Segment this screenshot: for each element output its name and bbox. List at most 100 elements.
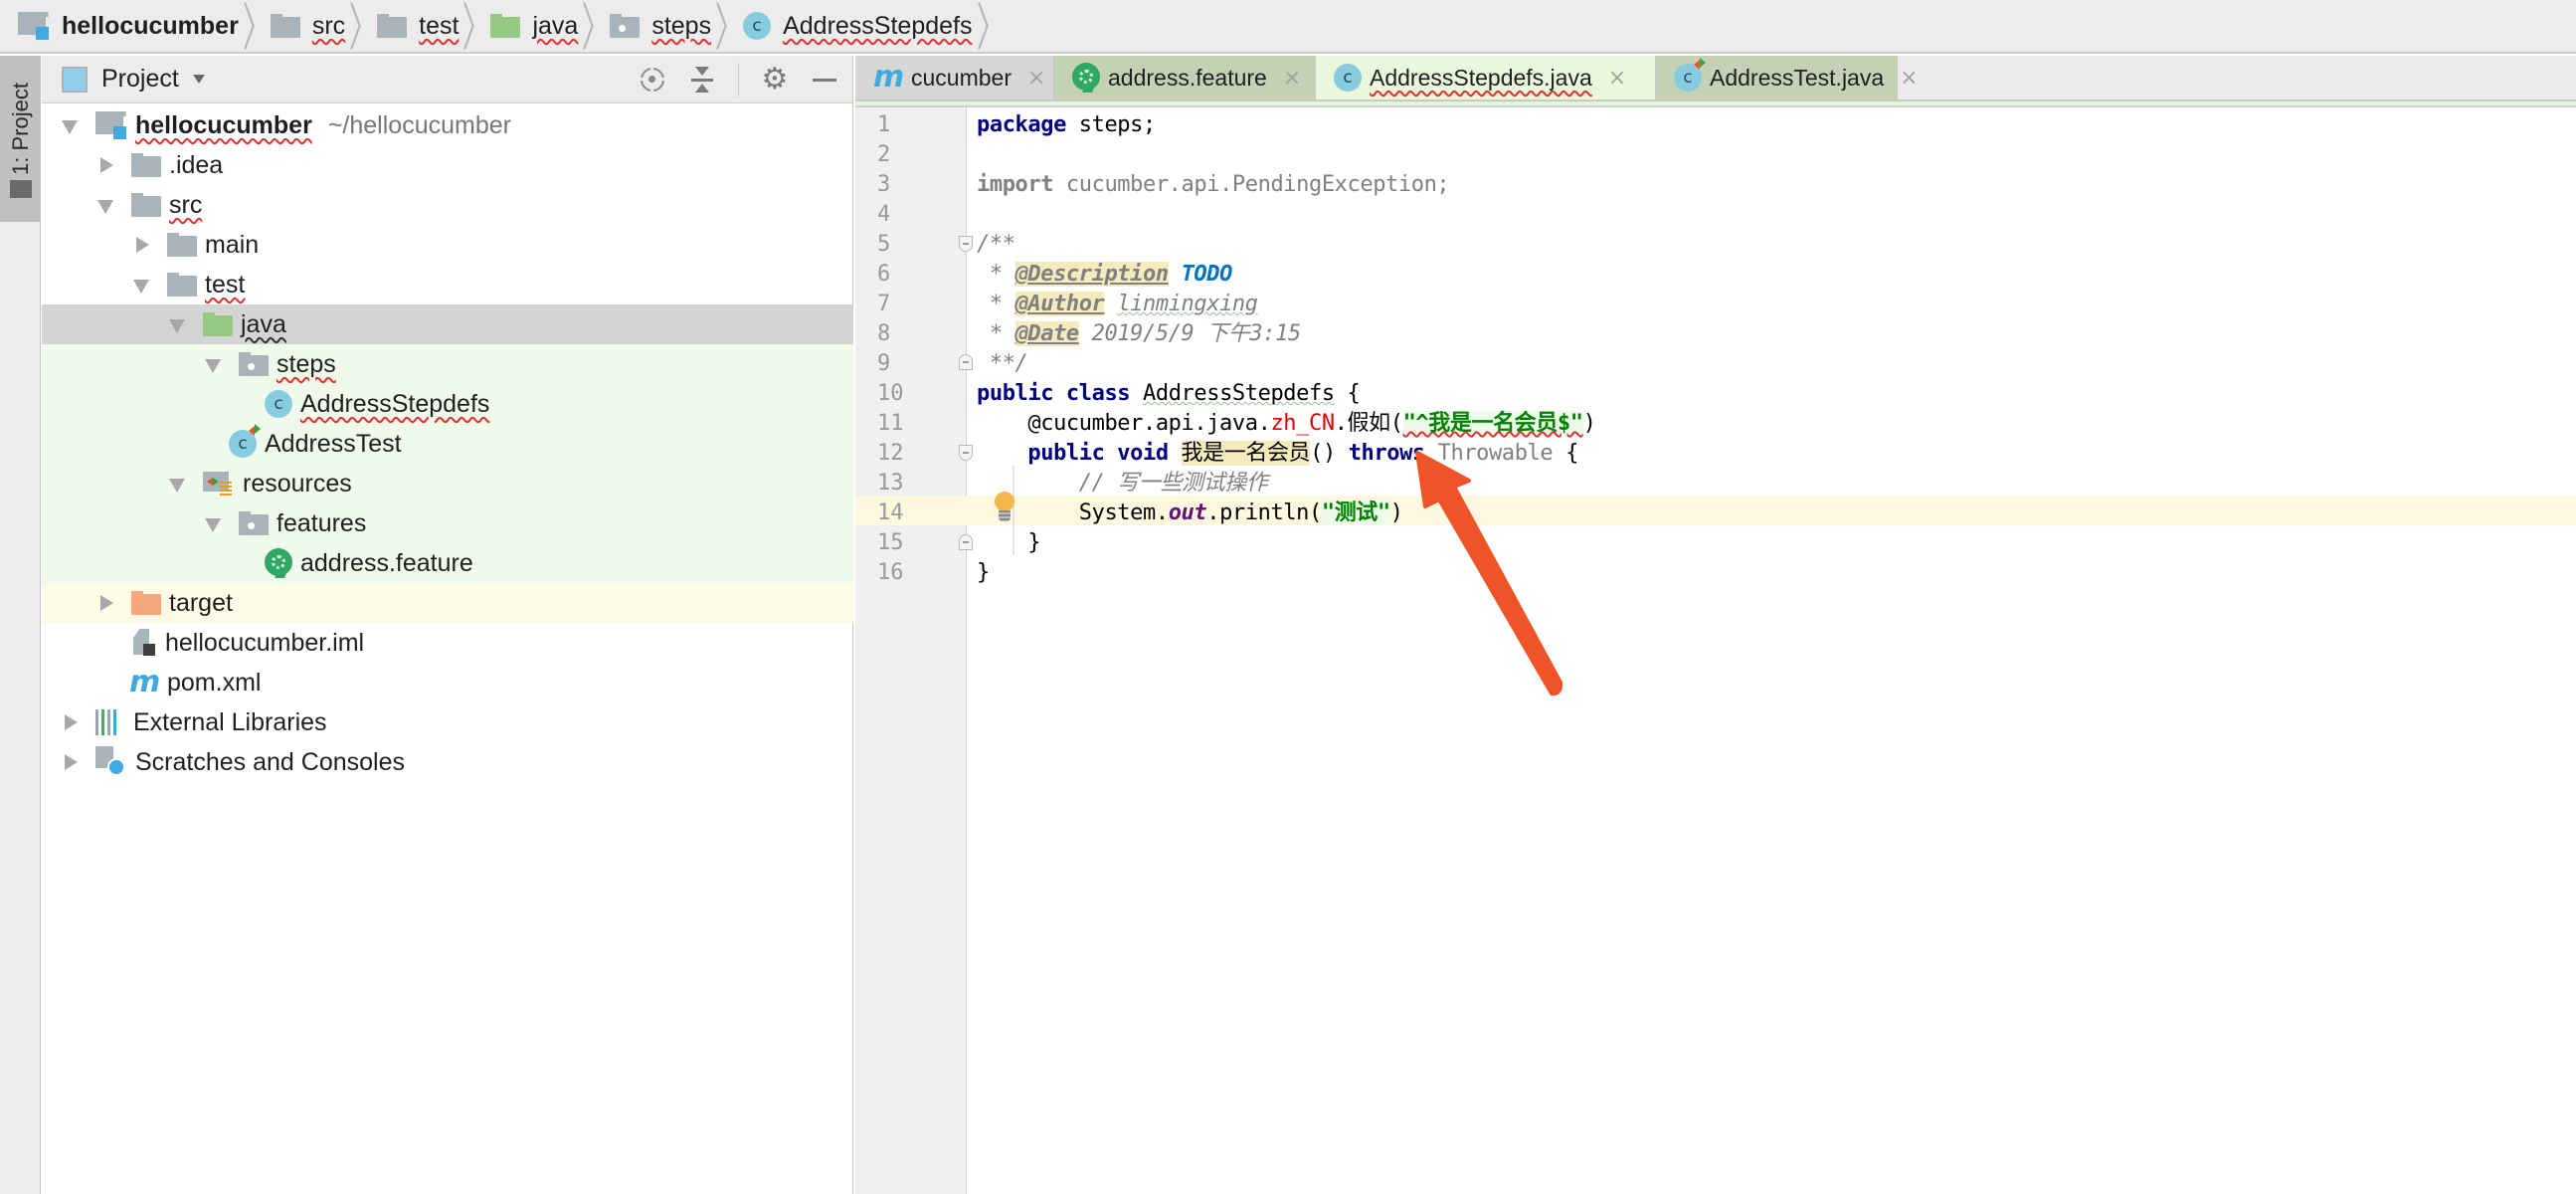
tree-item-external-libraries[interactable]: External Libraries [42, 702, 853, 742]
tab-label: AddressTest.java [1710, 64, 1885, 91]
tab-label: address.feature [1108, 64, 1267, 91]
editor-gutter [855, 107, 967, 1194]
fold-marker-icon[interactable] [959, 445, 973, 461]
breadcrumb-separator [719, 0, 737, 53]
line-number: 5 [877, 232, 891, 257]
tab-addresstest-java[interactable]: c AddressTest.java × [1656, 56, 1919, 100]
class-icon: c [265, 390, 292, 418]
cucumber-feature-icon [1072, 63, 1100, 93]
expand-arrow-icon[interactable] [92, 145, 121, 185]
tab-address-feature[interactable]: address.feature × [1054, 56, 1316, 100]
chevron-down-icon[interactable] [192, 75, 205, 84]
tree-item-label: main [205, 230, 260, 259]
code-line-13: // 写一些测试操作 [977, 471, 1268, 496]
folder-icon [167, 233, 197, 257]
expand-arrow-icon[interactable] [127, 265, 157, 304]
tree-item-hellocucumber-iml[interactable]: hellocucumber.iml [42, 623, 853, 663]
breadcrumb-steps[interactable]: steps [610, 0, 715, 53]
tab-cucumber[interactable]: m cucumber × [855, 56, 1054, 100]
tree-item-hellocucumber[interactable]: hellocucumber ~/hellocucumber [42, 105, 853, 145]
tree-item-test[interactable]: test [42, 265, 853, 304]
fold-marker-icon[interactable] [959, 236, 973, 252]
project-panel-header: Project ⚙ [42, 56, 852, 103]
left-tool-stripe: 1: Project [0, 56, 41, 1194]
line-number: 1 [877, 112, 891, 137]
breadcrumb-test[interactable]: test [377, 0, 462, 53]
code-line-8: * @Date 2019/5/9 下午3:15 [977, 321, 1301, 346]
code-line-12: public void 我是一名会员() throws Throwable { [977, 441, 1578, 466]
tab-addressstepdefs-java[interactable]: c AddressStepdefs.java × [1316, 56, 1656, 100]
close-icon[interactable]: × [1283, 66, 1301, 91]
expand-arrow-icon[interactable] [56, 742, 86, 782]
expand-arrow-icon[interactable] [199, 503, 229, 543]
tree-item-resources[interactable]: resources [42, 464, 853, 503]
maven-icon: m [873, 60, 905, 95]
tree-item-label: java [241, 309, 286, 338]
collapse-all-button[interactable] [688, 66, 716, 94]
gutter-current-line [855, 496, 967, 525]
tree-item-idea[interactable]: .idea [42, 145, 853, 185]
editor-tab-bar: m cucumber × address.feature × c Address… [855, 56, 2576, 101]
breadcrumb-src[interactable]: src [270, 0, 349, 53]
line-number: 4 [877, 202, 891, 227]
expand-arrow-icon[interactable] [163, 304, 193, 344]
line-number: 2 [877, 142, 891, 167]
expand-arrow-icon[interactable] [127, 225, 157, 265]
locate-file-button[interactable] [638, 66, 666, 94]
close-icon[interactable]: × [1608, 66, 1626, 91]
tree-item-main[interactable]: main [42, 225, 853, 265]
line-number: 14 [877, 500, 904, 525]
tree-item-addressstepdefs[interactable]: c AddressStepdefs [42, 384, 853, 424]
line-number: 15 [877, 530, 904, 555]
close-icon[interactable]: × [1027, 66, 1045, 91]
tree-item-features[interactable]: features [42, 503, 853, 543]
expand-arrow-icon[interactable] [92, 583, 121, 623]
line-number: 10 [877, 381, 904, 406]
tree-item-src[interactable]: src [42, 185, 853, 225]
expand-arrow-icon[interactable] [56, 702, 86, 742]
folder-icon [10, 180, 32, 198]
hide-panel-button[interactable] [811, 66, 838, 94]
project-tool-window-button[interactable]: 1: Project [0, 56, 40, 222]
expand-arrow-icon[interactable] [199, 344, 229, 384]
code-line-14: System.out.println("测试") [977, 500, 1403, 525]
code-line-6: * @Description TODO [977, 262, 1232, 287]
code-line-5: /** [977, 232, 1015, 257]
libraries-icon [95, 709, 125, 735]
breadcrumb-hellocucumber[interactable]: hellocucumber [18, 0, 243, 53]
code-line-11: @cucumber.api.java.zh_CN.假如("^我是一名会员$") [977, 411, 1596, 436]
settings-button[interactable]: ⚙ [761, 65, 789, 95]
code-line-3: import cucumber.api.PendingException; [977, 172, 1450, 197]
lightbulb-icon[interactable] [993, 492, 1016, 525]
tree-item-label: hellocucumber.iml [165, 628, 365, 657]
code-line-9: **/ [977, 351, 1028, 376]
tab-label: AddressStepdefs.java [1370, 64, 1592, 91]
tree-item-pom-xml[interactable]: m pom.xml [42, 663, 853, 702]
tree-item-target[interactable]: target [42, 583, 853, 623]
toolbar-divider [737, 63, 739, 97]
fold-marker-icon[interactable] [959, 354, 973, 370]
tree-item-label: steps [276, 349, 336, 378]
close-icon[interactable]: × [1900, 66, 1918, 91]
expand-arrow-icon[interactable] [92, 185, 121, 225]
code-editor[interactable]: package steps; import cucumber.api.Pendi… [967, 107, 2576, 1194]
expand-arrow-icon[interactable] [163, 464, 193, 503]
tree-item-steps[interactable]: steps [42, 344, 853, 384]
minimize-icon [813, 78, 836, 82]
tree-item-addresstest[interactable]: c AddressTest [42, 424, 853, 464]
breadcrumb-addressstepdefs[interactable]: c AddressStepdefs [743, 0, 976, 53]
tree-item-address-feature[interactable]: address.feature [42, 543, 853, 583]
project-view-selector[interactable]: Project [101, 65, 179, 94]
tree-item-java[interactable]: java [42, 304, 853, 344]
code-line-1: package steps; [977, 112, 1156, 137]
folder-icon [131, 193, 161, 217]
breadcrumb-java[interactable]: java [490, 0, 582, 53]
tree-item-scratches[interactable]: Scratches and Consoles [42, 742, 853, 782]
breadcrumb-label: hellocucumber [62, 11, 239, 40]
code-line-7: * @Author linmingxing [977, 292, 1258, 316]
expand-arrow-icon[interactable] [56, 105, 86, 145]
tree-item-label: Scratches and Consoles [135, 747, 405, 776]
class-icon: c [1334, 64, 1362, 92]
fold-marker-icon[interactable] [959, 534, 973, 550]
module-folder-icon [95, 111, 127, 139]
